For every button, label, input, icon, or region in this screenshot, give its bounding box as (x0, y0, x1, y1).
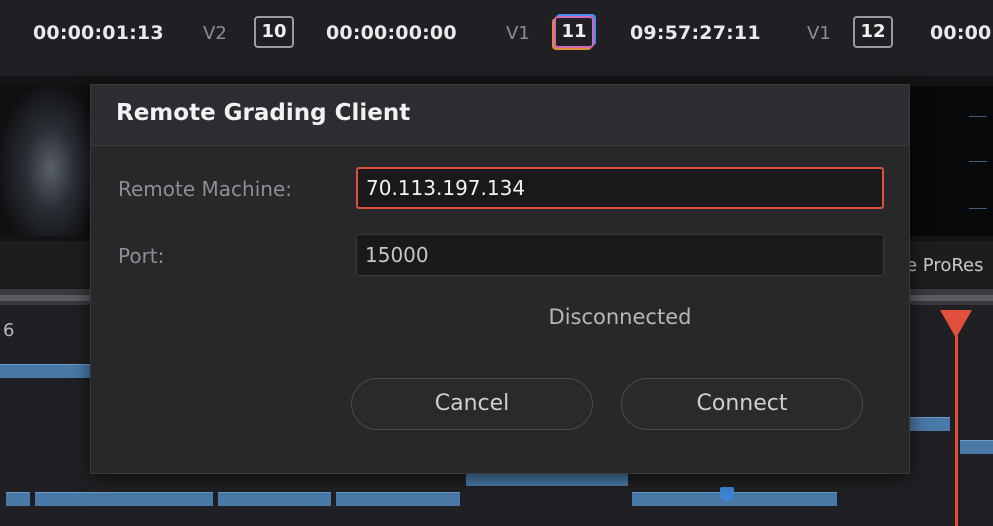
port-label: Port: (118, 244, 165, 268)
scope-tick (969, 116, 987, 117)
playhead-handle[interactable] (940, 310, 972, 338)
dialog-title: Remote Grading Client (116, 100, 411, 126)
clip-number-4[interactable]: 12 (853, 16, 893, 48)
cancel-button[interactable]: Cancel (351, 378, 593, 430)
port-input[interactable] (356, 234, 884, 276)
clip-thumbnail[interactable] (905, 86, 993, 236)
timeline-clip[interactable] (960, 440, 993, 454)
clip-track-3: V1 (506, 23, 530, 44)
timeline-clip[interactable] (908, 417, 950, 431)
timeline-clip[interactable] (0, 364, 92, 378)
clip-strip: 00:00:01:13 V2 10 00:00:00:00 V1 11 09:5… (0, 0, 993, 76)
dialog-header: Remote Grading Client (91, 85, 909, 146)
ruler-timecode: 6 (3, 320, 15, 341)
clip-track-4: V1 (807, 23, 831, 44)
timeline-clip[interactable] (218, 492, 331, 506)
playhead[interactable] (955, 326, 958, 526)
clip-thumbnail[interactable] (0, 86, 92, 236)
timeline-marker-icon[interactable] (720, 487, 734, 501)
clip-track-2: V2 (203, 23, 227, 44)
scope-tick (969, 208, 987, 209)
timeline-clip[interactable] (632, 492, 837, 506)
clip-codec-label: e ProRes (906, 255, 984, 276)
scope-tick (969, 161, 987, 162)
timeline-clip[interactable] (466, 472, 628, 486)
clip-number-3[interactable]: 11 (554, 16, 594, 48)
timeline-clip[interactable] (6, 492, 30, 506)
connection-status: Disconnected (548, 305, 692, 329)
clip-number-2[interactable]: 10 (254, 16, 294, 48)
connect-button[interactable]: Connect (621, 378, 863, 430)
clip-timecode-2[interactable]: 00:00:00:00 (326, 22, 457, 44)
clip-timecode-3[interactable]: 09:57:27:11 (630, 22, 761, 44)
timeline-clip[interactable] (336, 492, 460, 506)
clip-timecode-4[interactable]: 00:00 (930, 22, 991, 44)
remote-machine-input[interactable] (356, 167, 884, 209)
timeline-clip[interactable] (35, 492, 213, 506)
remote-machine-label: Remote Machine: (118, 177, 292, 201)
clip-timecode-1[interactable]: 00:00:01:13 (33, 22, 164, 44)
remote-grading-dialog: Remote Grading Client Remote Machine: Po… (90, 84, 910, 474)
